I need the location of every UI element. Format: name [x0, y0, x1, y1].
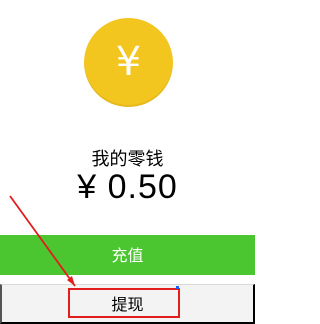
yuan-coin-icon: ¥	[84, 18, 173, 107]
withdraw-button[interactable]: 提现	[0, 284, 255, 324]
coin-symbol: ¥	[115, 39, 142, 85]
cursor-marker	[176, 286, 179, 289]
balance-amount: ¥ 0.50	[77, 168, 178, 206]
recharge-button[interactable]: 充值	[0, 235, 255, 275]
